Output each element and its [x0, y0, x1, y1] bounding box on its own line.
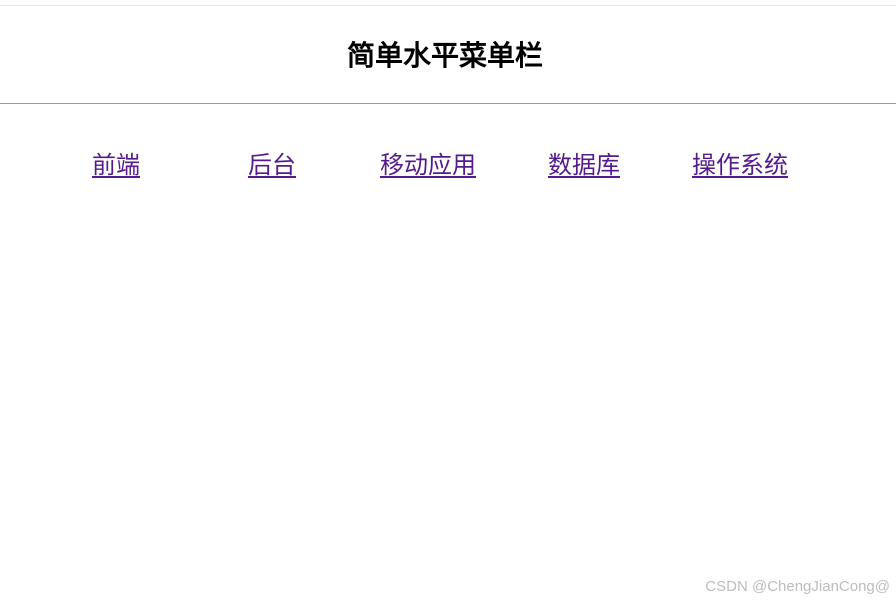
watermark: CSDN @ChengJianCong@ — [705, 578, 890, 595]
menu-item-database: 数据库 — [506, 145, 662, 185]
menu-link-os[interactable]: 操作系统 — [692, 151, 788, 179]
menu-item-backend: 后台 — [194, 145, 350, 185]
menu-link-frontend[interactable]: 前端 — [92, 151, 140, 179]
page-title: 简单水平菜单栏 — [346, 39, 543, 72]
menu-link-backend[interactable]: 后台 — [248, 151, 296, 179]
menu-link-mobile[interactable]: 移动应用 — [380, 151, 476, 179]
menu-item-mobile: 移动应用 — [350, 145, 506, 185]
menu-item-os: 操作系统 — [662, 145, 818, 185]
horizontal-menu: 前端 后台 移动应用 数据库 操作系统 — [38, 145, 818, 185]
menu-link-database[interactable]: 数据库 — [548, 151, 620, 179]
header-divider — [0, 103, 896, 104]
menu-item-frontend: 前端 — [38, 145, 194, 185]
top-divider — [0, 5, 896, 6]
page: 简单水平菜单栏 前端 后台 移动应用 数据库 操作系统 CSDN @ChengJ… — [0, 0, 896, 601]
